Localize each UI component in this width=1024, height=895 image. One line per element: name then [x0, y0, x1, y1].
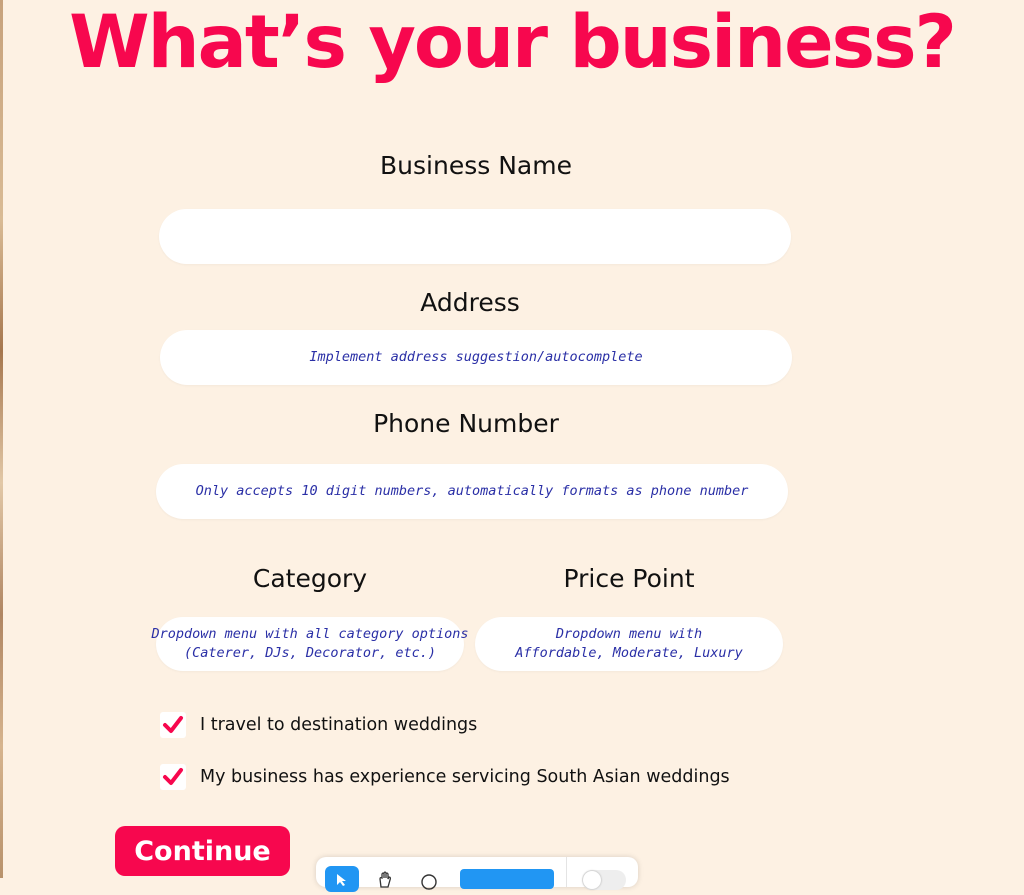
- business-name-input[interactable]: [159, 209, 791, 264]
- destination-weddings-label: I travel to destination weddings: [200, 715, 478, 735]
- category-select[interactable]: Dropdown menu with all category options …: [152, 617, 469, 671]
- active-tool-button[interactable]: [460, 869, 554, 889]
- south-asian-weddings-label: My business has experience servicing Sou…: [200, 767, 730, 787]
- toggle-switch[interactable]: [582, 870, 626, 890]
- business-name-label: Business Name: [380, 151, 572, 180]
- phone-label: Phone Number: [373, 409, 559, 438]
- continue-button[interactable]: Continue: [115, 826, 290, 876]
- checkmark-icon: [163, 716, 183, 733]
- destination-weddings-option[interactable]: I travel to destination weddings: [160, 712, 477, 738]
- checkmark-icon: [163, 768, 183, 785]
- phone-input[interactable]: Only accepts 10 digit numbers, automatic…: [156, 464, 788, 519]
- page-title: What’s your business?: [69, 0, 957, 85]
- cursor-icon[interactable]: [325, 866, 359, 892]
- price-point-label: Price Point: [563, 564, 695, 593]
- background-image-edge: [0, 0, 3, 878]
- address-input[interactable]: Implement address suggestion/autocomplet…: [160, 330, 792, 385]
- address-note: Implement address suggestion/autocomplet…: [309, 349, 643, 365]
- category-label: Category: [252, 564, 368, 593]
- toolbar-divider: [566, 857, 567, 887]
- phone-note: Only accepts 10 digit numbers, automatic…: [195, 483, 749, 499]
- comment-icon[interactable]: [420, 873, 438, 895]
- category-note: Dropdown menu with all category options …: [151, 626, 469, 661]
- price-point-select[interactable]: Dropdown menu with Affordable, Moderate,…: [475, 617, 783, 671]
- address-label: Address: [420, 288, 520, 317]
- hand-icon[interactable]: [376, 871, 394, 893]
- design-toolbar: [316, 857, 638, 892]
- price-point-note: Dropdown menu with Affordable, Moderate,…: [515, 626, 743, 661]
- south-asian-weddings-checkbox[interactable]: [160, 764, 186, 790]
- south-asian-weddings-option[interactable]: My business has experience servicing Sou…: [160, 764, 730, 790]
- destination-weddings-checkbox[interactable]: [160, 712, 186, 738]
